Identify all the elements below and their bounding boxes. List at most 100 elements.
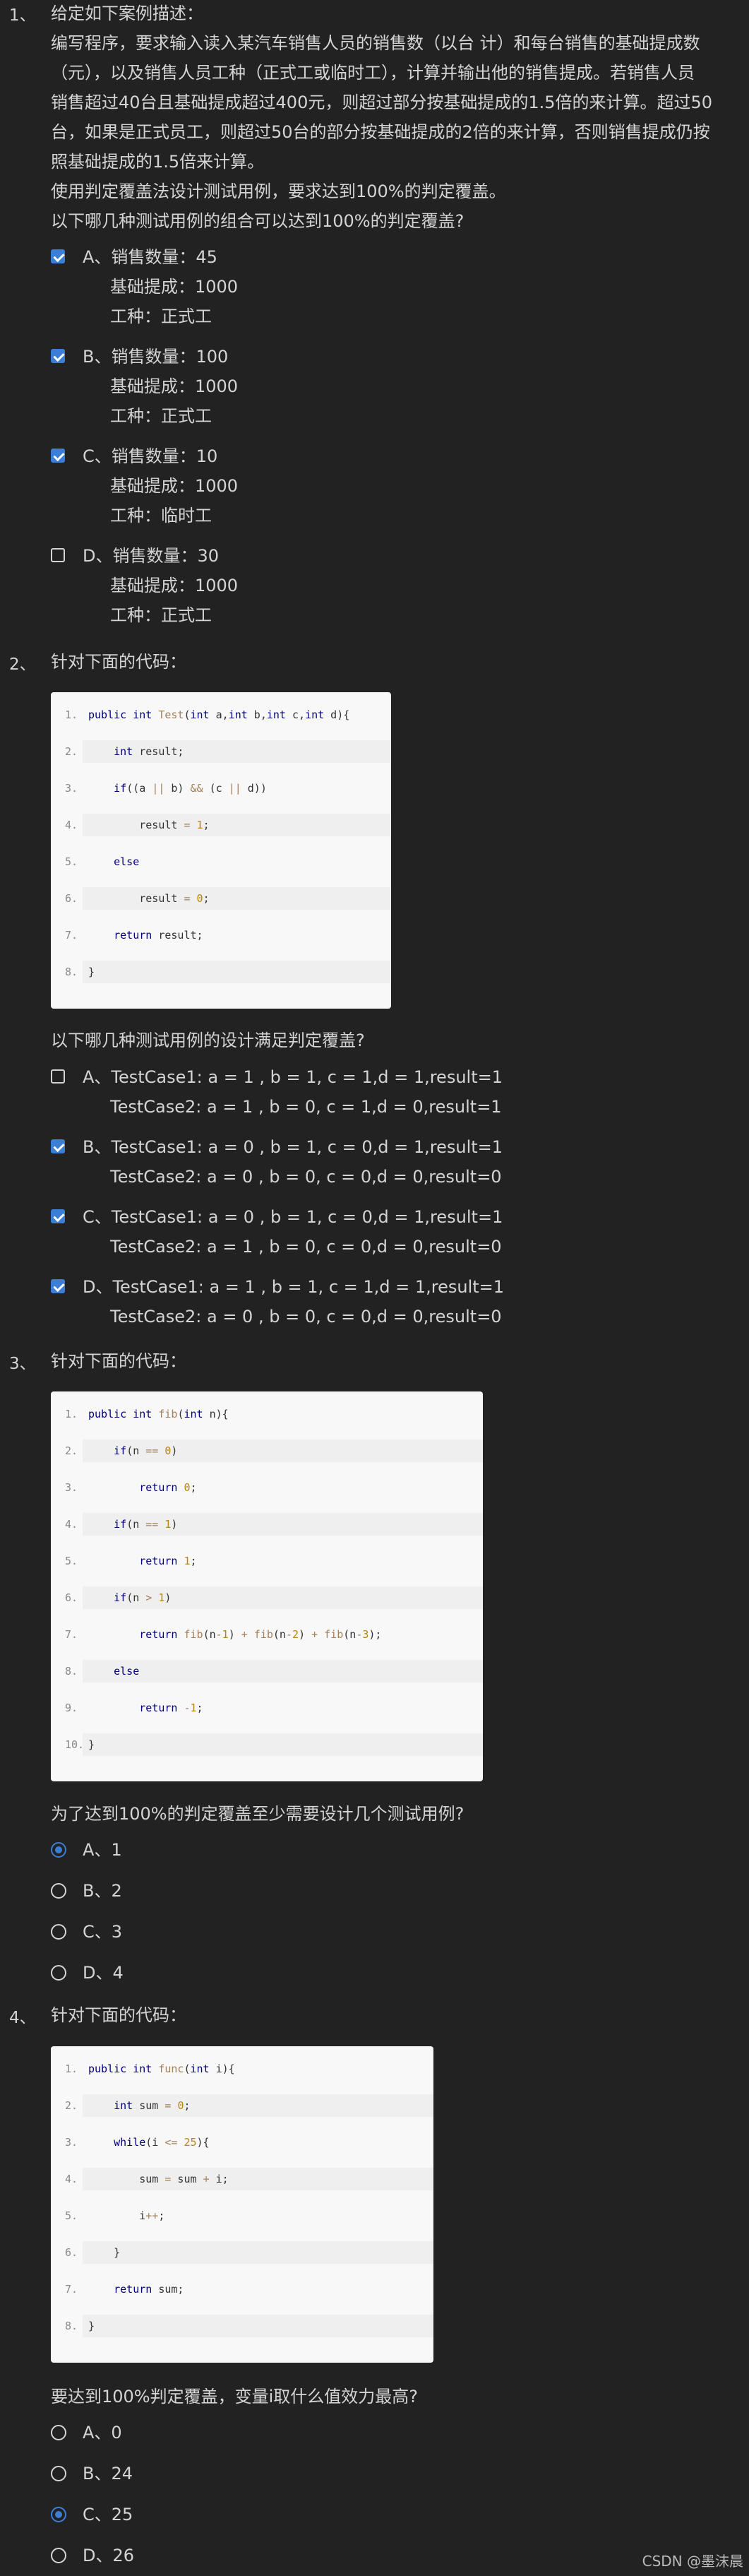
code-line: 4. result = 1; xyxy=(51,814,391,850)
line-number: 3. xyxy=(65,2136,78,2149)
code-line: 1. public int fib(int n){ xyxy=(51,1403,483,1440)
code-text: } xyxy=(83,2241,433,2264)
line-number: 8. xyxy=(65,1665,78,1678)
code-line: 4. if(n == 1) xyxy=(51,1513,483,1550)
option-line: TestCase2: a = 1 , b = 0, c = 0,d = 0,re… xyxy=(110,1237,502,1257)
code-line: 10.} xyxy=(51,1733,483,1770)
line-number: 7. xyxy=(65,929,78,942)
code-line: 9. return -1; xyxy=(51,1697,483,1733)
radio-button[interactable] xyxy=(51,2548,66,2563)
code-text: public int Test(int a,int b,int c,int d)… xyxy=(88,708,350,721)
line-number: 7. xyxy=(65,2283,78,2296)
option-line: TestCase2: a = 0 , b = 0, c = 0,d = 0,re… xyxy=(110,1167,502,1187)
code-line: 7. return fib(n-1) + fib(n-2) + fib(n-3)… xyxy=(51,1623,483,1660)
code-line: 7. return result; xyxy=(51,924,391,961)
code-text: } xyxy=(83,961,391,983)
code-text: } xyxy=(83,1733,483,1756)
option-line: 工种：正式工 xyxy=(110,307,212,326)
stem-line: 给定如下案例描述： xyxy=(51,4,203,23)
option-label: D、TestCase1: a = 1 , b = 1, c = 1,d = 1,… xyxy=(83,1277,505,1297)
code-text: sum = sum + i; xyxy=(83,2168,433,2190)
radio-button[interactable] xyxy=(51,1883,66,1899)
code-text: return 1; xyxy=(139,1555,197,1567)
question-intro: 针对下面的代码： xyxy=(51,2005,186,2025)
checkbox[interactable] xyxy=(51,1209,65,1223)
option-label: C、销售数量：10 xyxy=(83,446,218,466)
line-number: 1. xyxy=(65,1408,78,1420)
line-number: 10. xyxy=(65,1738,85,1751)
code-line: 1. public int func(int i){ xyxy=(51,2058,433,2094)
line-number: 4. xyxy=(65,819,78,831)
option-label: C、3 xyxy=(83,1922,123,1942)
option-label: B、24 xyxy=(83,2464,133,2483)
question-number: 2、 xyxy=(9,655,36,674)
option-label: D、销售数量：30 xyxy=(83,546,220,566)
code-text: return fib(n-1) + fib(n-2) + fib(n-3); xyxy=(139,1628,382,1641)
code-line: 2. if(n == 0) xyxy=(51,1440,483,1476)
question-text: 以下哪几种测试用例的设计满足判定覆盖? xyxy=(51,1031,365,1050)
code-text: else xyxy=(83,1660,483,1682)
line-number: 2. xyxy=(65,1444,78,1457)
line-number: 7. xyxy=(65,1628,78,1641)
stem-line: 编写程序，要求输入读入某汽车销售人员的销售数（以台 计）和每台销售的基础提成数 xyxy=(51,33,700,53)
stem-line: 台，如果是正式员工，则超过50台的部分按基础提成的2倍的来计算，否则销售提成仍按 xyxy=(51,122,710,142)
code-line: 1. public int Test(int a,int b,int c,int … xyxy=(51,704,391,740)
line-number: 5. xyxy=(65,2209,78,2222)
option-label: A、1 xyxy=(83,1840,122,1860)
question-stem: 给定如下案例描述： 编写程序，要求输入读入某汽车销售人员的销售数（以台 计）和每… xyxy=(51,0,729,236)
footer-watermark: CSDN @墨沫晨 xyxy=(642,2553,743,2570)
code-text: public int func(int i){ xyxy=(88,2062,235,2075)
option-label: C、25 xyxy=(83,2505,133,2524)
checkbox[interactable] xyxy=(51,449,65,463)
checkbox[interactable] xyxy=(51,548,65,562)
code-block: 1. public int func(int i){2. int sum = 0;… xyxy=(51,2046,433,2363)
checkbox[interactable] xyxy=(51,1139,65,1153)
radio-button[interactable] xyxy=(51,1924,66,1940)
option-label: D、26 xyxy=(83,2546,135,2565)
code-line: 6. } xyxy=(51,2241,433,2278)
radio-button[interactable] xyxy=(51,2507,66,2522)
option-line: 基础提成：1000 xyxy=(110,277,239,297)
option-line: TestCase2: a = 1 , b = 0, c = 1,d = 0,re… xyxy=(110,1097,502,1117)
code-line: 2. int sum = 0; xyxy=(51,2094,433,2131)
code-text: i++; xyxy=(88,2209,165,2222)
stem-line: （元），以及销售人员工种（正式工或临时工），计算并输出他的销售提成。若销售人员 xyxy=(51,63,695,83)
radio-button[interactable] xyxy=(51,1842,66,1858)
checkbox[interactable] xyxy=(51,349,65,363)
option-line: 基础提成：1000 xyxy=(110,476,239,496)
checkbox[interactable] xyxy=(51,249,65,263)
option-label: A、0 xyxy=(83,2423,122,2443)
code-line: 2. int result; xyxy=(51,740,391,777)
question-text: 为了达到100%的判定覆盖至少需要设计几个测试用例? xyxy=(51,1804,465,1824)
code-line: 5. i++; xyxy=(51,2204,433,2241)
code-text: return -1; xyxy=(139,1702,203,1714)
line-number: 2. xyxy=(65,2099,78,2112)
checkbox[interactable] xyxy=(51,1279,65,1293)
question-number: 3、 xyxy=(9,1355,36,1373)
line-number: 6. xyxy=(65,1591,78,1604)
code-line: 4. sum = sum + i; xyxy=(51,2168,433,2204)
option-label: B、2 xyxy=(83,1881,122,1901)
code-line: 6. result = 0; xyxy=(51,887,391,924)
code-text: return sum; xyxy=(114,2283,184,2296)
checkbox[interactable] xyxy=(51,1069,65,1084)
option-line: TestCase2: a = 0 , b = 0, c = 0,d = 0,re… xyxy=(110,1307,502,1326)
radio-button[interactable] xyxy=(51,2425,66,2440)
code-line: 8.} xyxy=(51,2315,433,2351)
code-block: 1. public int Test(int a,int b,int c,int … xyxy=(51,692,391,1009)
code-line: 3. return 0; xyxy=(51,1476,483,1513)
line-number: 4. xyxy=(65,2173,78,2185)
radio-button[interactable] xyxy=(51,1965,66,1981)
code-text: if((a || b) && (c || d)) xyxy=(114,782,267,795)
option-label: D、4 xyxy=(83,1963,124,1983)
radio-button[interactable] xyxy=(51,2466,66,2481)
stem-line: 使用判定覆盖法设计测试用例，要求达到100%的判定覆盖。 xyxy=(51,182,506,201)
code-text: int sum = 0; xyxy=(83,2094,433,2117)
code-line: 8. else xyxy=(51,1660,483,1697)
line-number: 8. xyxy=(65,966,78,978)
code-text: } xyxy=(83,2315,433,2337)
option-line: 工种：临时工 xyxy=(110,506,212,526)
code-line: 3. while(i <= 25){ xyxy=(51,2131,433,2168)
code-line: 6. if(n > 1) xyxy=(51,1586,483,1623)
code-line: 8.} xyxy=(51,961,391,997)
